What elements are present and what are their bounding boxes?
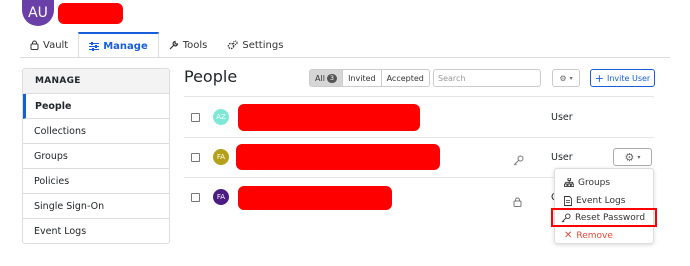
filter-all-label: All: [315, 73, 325, 83]
chevron-down-icon: ▾: [569, 74, 573, 82]
sitemap-icon: [564, 178, 574, 187]
filter-invited-button[interactable]: Invited: [343, 70, 382, 86]
menu-item-remove[interactable]: ✕ Remove: [555, 227, 653, 244]
redacted-user-name: [236, 144, 440, 170]
tab-manage-label: Manage: [103, 40, 148, 52]
lock-icon: [30, 40, 39, 50]
menu-item-event-logs-label: Event Logs: [576, 195, 626, 206]
sidebar-title: MANAGE: [23, 69, 169, 94]
invite-user-button[interactable]: + Invite User: [590, 69, 655, 87]
gears-icon: [228, 40, 239, 50]
row-checkbox[interactable]: [191, 153, 200, 162]
user-avatar: AZ: [213, 109, 229, 125]
close-icon: ✕: [564, 230, 573, 241]
gear-icon: ⚙: [559, 73, 567, 83]
row-checkbox[interactable]: [191, 113, 200, 122]
menu-item-reset-password-label: Reset Password: [575, 212, 646, 223]
sidebar-item-groups[interactable]: Groups: [23, 144, 169, 169]
bulk-actions-button[interactable]: ⚙ ▾: [552, 69, 580, 87]
key-icon: [513, 151, 524, 170]
sidebar-item-people[interactable]: People: [23, 94, 169, 119]
menu-item-groups[interactable]: Groups: [555, 174, 653, 191]
sidebar-item-single-sign-on[interactable]: Single Sign-On: [23, 194, 169, 219]
page-title: People: [184, 67, 238, 86]
filter-accepted-button[interactable]: Accepted: [382, 70, 429, 86]
sidebar-item-event-logs[interactable]: Event Logs: [23, 219, 169, 243]
sliders-icon: [89, 41, 100, 51]
tab-bar: Vault Manage Tools Settings: [20, 32, 293, 58]
tab-manage[interactable]: Manage: [78, 32, 159, 58]
manage-sidebar: MANAGE People Collections Groups Policie…: [22, 68, 170, 244]
search-input[interactable]: Search: [433, 69, 541, 87]
menu-item-groups-label: Groups: [578, 177, 611, 188]
user-avatar: FA: [213, 149, 229, 165]
tab-divider: [20, 57, 670, 58]
gear-icon: ⚙: [624, 150, 635, 164]
user-role: User: [551, 152, 573, 163]
org-avatar[interactable]: AU: [22, 0, 54, 26]
user-role: User: [551, 112, 573, 123]
key-icon: [561, 212, 571, 222]
row-divider: [184, 137, 654, 138]
tab-settings[interactable]: Settings: [217, 32, 293, 58]
wrench-icon: [169, 40, 178, 50]
user-avatar: FA: [213, 189, 229, 205]
status-filter-group: All 3 Invited Accepted: [309, 69, 430, 87]
row-options-button[interactable]: ⚙ ▾: [613, 148, 652, 166]
redacted-org-name: [58, 3, 123, 24]
file-icon: [564, 195, 572, 206]
chevron-down-icon: ▾: [637, 153, 641, 161]
sidebar-item-collections[interactable]: Collections: [23, 119, 169, 144]
menu-item-reset-password[interactable]: Reset Password: [551, 208, 657, 227]
tab-tools[interactable]: Tools: [159, 32, 218, 58]
lock-icon: [513, 192, 522, 211]
redacted-user-name: [238, 186, 392, 210]
row-options-menu: Groups Event Logs Reset Password ✕ Remov…: [551, 168, 657, 244]
tab-settings-label: Settings: [242, 39, 284, 51]
tab-vault[interactable]: Vault: [20, 32, 78, 58]
menu-item-event-logs[interactable]: Event Logs: [555, 192, 653, 209]
filter-all-button[interactable]: All 3: [310, 70, 344, 86]
tab-vault-label: Vault: [43, 39, 69, 51]
plus-icon: +: [594, 71, 604, 85]
menu-item-remove-label: Remove: [576, 230, 613, 241]
tab-tools-label: Tools: [182, 39, 208, 51]
count-badge: 3: [326, 73, 338, 83]
row-checkbox[interactable]: [191, 193, 200, 202]
row-divider: [184, 96, 654, 97]
invite-user-label: Invite User: [606, 73, 651, 83]
sidebar-item-policies[interactable]: Policies: [23, 169, 169, 194]
redacted-user-name: [238, 104, 420, 131]
